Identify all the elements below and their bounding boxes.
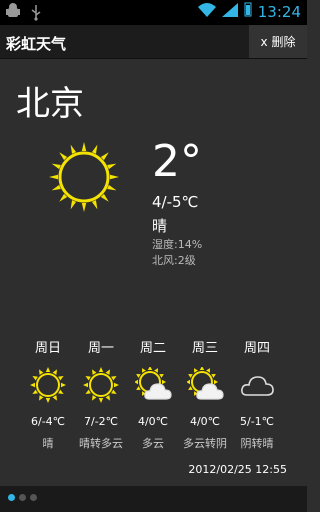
wind: 北风:2级 [152,254,196,267]
forecast-day[interactable]: 周二 4/0℃ 多云 [129,337,177,450]
status-bar: 13:24 [0,0,307,25]
humidity: 湿度:14% [152,238,203,251]
weather-condition: 晴 [152,217,168,235]
forecast-condition: 阴转晴 [240,437,274,450]
app-title: 彩虹天气 [6,35,67,53]
page-indicator[interactable] [0,486,307,512]
city-name: 北京 [16,84,84,124]
page-dot[interactable] [19,494,26,501]
sun-icon [83,367,119,407]
sun-icon [44,137,124,221]
forecast-range: 6/-4℃ [30,415,66,428]
forecast-day-label: 周一 [87,341,114,356]
current-temp: 2° [152,136,202,187]
android-debug-icon [6,3,20,25]
signal-icon [221,2,238,21]
sun-icon [30,367,66,407]
forecast-range: 4/0℃ [137,415,169,428]
forecast-range: 4/0℃ [189,415,221,428]
forecast-day-label: 周二 [139,341,166,356]
forecast-day[interactable]: 周一 7/-2℃ 晴转多云 [77,337,125,450]
sun-cloud-icon [186,366,227,407]
forecast-day-label: 周日 [34,341,61,356]
sun-cloud-icon [134,366,175,407]
forecast-day-label: 周四 [243,341,270,356]
delete-button[interactable]: x 删除 [249,25,307,58]
temp-range: 4/-5℃ [152,193,199,211]
forecast-day-label: 周三 [191,341,218,356]
forecast-day[interactable]: 周四 5/-1℃ 阴转晴 [233,337,281,450]
page-dot-active[interactable] [8,494,15,501]
page-dot[interactable] [30,494,37,501]
battery-icon [244,2,252,21]
wifi-icon [197,2,216,21]
forecast-day[interactable]: 周日 6/-4℃ 晴 [24,337,72,450]
app-title-bar: 彩虹天气 x 删除 [0,25,307,59]
forecast-range: 7/-2℃ [83,415,119,428]
status-time: 13:24 [257,2,301,21]
forecast-day[interactable]: 周三 4/0℃ 多云转阴 [181,337,229,450]
usb-icon [30,3,42,25]
forecast-range: 5/-1℃ [239,415,275,428]
cloud-icon [239,367,275,407]
updated-time: 2012/02/25 12:55 [188,463,287,476]
